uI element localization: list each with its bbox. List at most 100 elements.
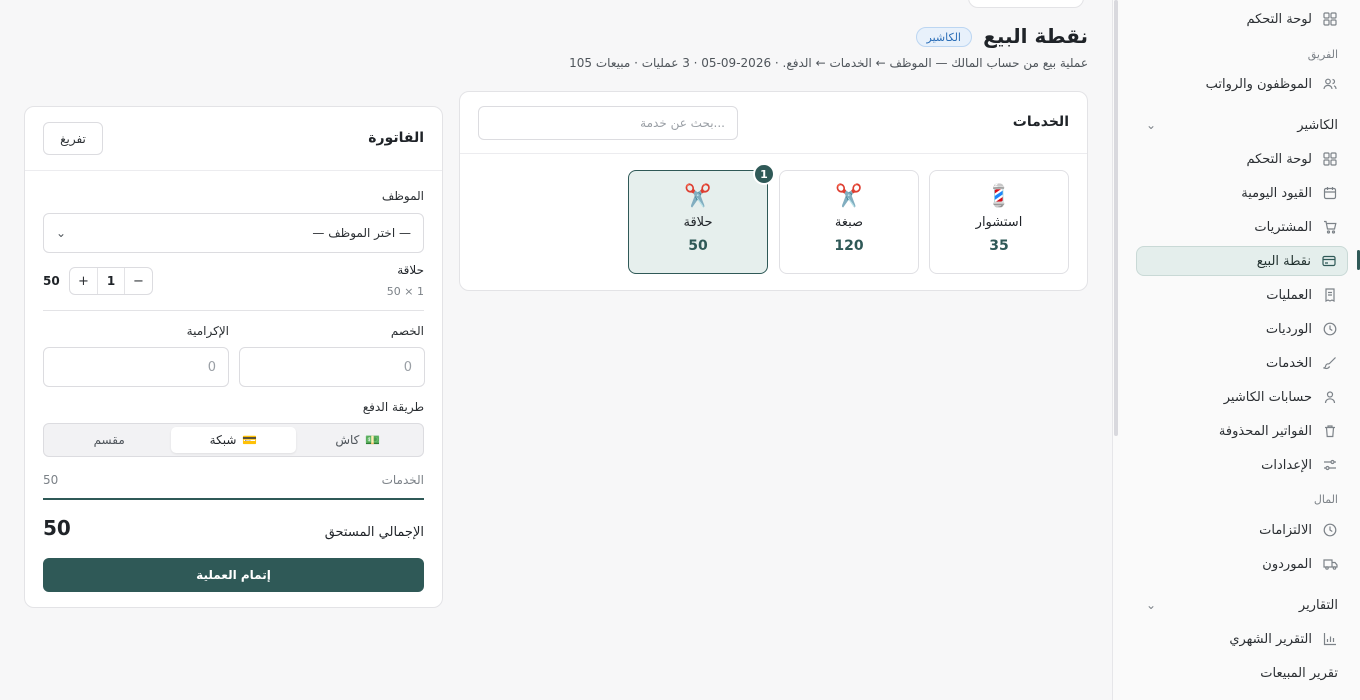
service-price: 120 [834, 238, 864, 254]
services-panel: الخدمات 💈 استشوار 35 ✂️ صبغة 120 1 ✂️ حل… [459, 91, 1088, 291]
chart-icon [1322, 631, 1338, 647]
payment-option-cash[interactable]: كاش 💵 [296, 427, 420, 453]
invoice-title: الفاتورة [368, 130, 424, 146]
truck-icon [1322, 556, 1338, 572]
services-subtotal-label: الخدمات [381, 473, 424, 487]
page-title: نقطة البيع [983, 24, 1088, 48]
service-search-input[interactable] [478, 106, 738, 140]
payment-method-label: طريقة الدفع [362, 400, 424, 414]
service-name: حلاقة [683, 215, 713, 230]
quantity-value: 1 [97, 268, 125, 294]
receipt-icon [1322, 287, 1338, 303]
quantity-stepper: + 1 − [69, 267, 153, 295]
discount-label: الخصم [390, 324, 424, 338]
sidebar-item-label: التقرير الشهري [1229, 631, 1312, 647]
payment-option-split[interactable]: مقسم [47, 427, 171, 453]
service-card-blowdry[interactable]: 💈 استشوار 35 [929, 170, 1069, 274]
sidebar-item-dashboard[interactable]: لوحة التحكم [1136, 4, 1348, 34]
sidebar-item-label: المشتريات [1254, 219, 1312, 235]
sidebar-item-suppliers[interactable]: الموردون [1136, 549, 1348, 579]
sidebar-item-label: لوحة التحكم [1246, 151, 1312, 167]
dashboard-icon [1322, 151, 1338, 167]
sidebar-item-cashier-accounts[interactable]: حسابات الكاشير [1136, 382, 1348, 412]
sidebar-item-point-of-sale[interactable]: نقطة البيع [1136, 246, 1348, 276]
user-icon [1322, 389, 1338, 405]
services-title: الخدمات [1012, 114, 1069, 130]
service-card-dye[interactable]: ✂️ صبغة 120 [779, 170, 919, 274]
service-card-haircut[interactable]: 1 ✂️ حلاقة 50 [628, 163, 775, 274]
sidebar-item-purchases[interactable]: المشتريات [1136, 212, 1348, 242]
payment-option-card[interactable]: شبكة 💳 [171, 427, 296, 453]
sidebar-item-operations[interactable]: العمليات [1136, 280, 1348, 310]
invoice-header: الفاتورة تفريغ [25, 107, 442, 171]
chevron-down-icon: ⌄ [1146, 598, 1157, 612]
cart-icon [1322, 219, 1338, 235]
sidebar-item-label: الخدمات [1266, 355, 1312, 371]
sidebar-item-label: تقرير المبيعات [1260, 665, 1338, 681]
divider [43, 310, 424, 311]
top-search-pill[interactable] [968, 0, 1084, 8]
discount-input[interactable]: 0 [239, 347, 425, 387]
clock-icon [1322, 522, 1338, 538]
sidebar-scrollbar[interactable] [1114, 0, 1118, 436]
page-subtitle: عملية بيع من حساب المالك — الموظف ← الخد… [569, 56, 1088, 70]
sidebar-item-label: الموظفون والرواتب [1205, 76, 1312, 92]
sidebar-item-cashier-dashboard[interactable]: لوحة التحكم [1136, 144, 1348, 174]
sidebar-item-daily-entries[interactable]: القيود اليومية [1136, 178, 1348, 208]
tip-label: الإكرامية [186, 324, 229, 338]
sidebar-item-services[interactable]: الخدمات [1136, 348, 1348, 378]
scissors-icon: ✂️ [835, 184, 863, 209]
sidebar-item-label: نقطة البيع [1256, 253, 1311, 269]
sidebar-item-commitments[interactable]: الالتزامات [1136, 515, 1348, 545]
sidebar-group-cashier[interactable]: ⌄ الكاشير [1136, 110, 1348, 140]
sidebar-item-settings[interactable]: الإعدادات [1136, 450, 1348, 480]
employee-label: الموظف [381, 189, 424, 203]
chevron-down-icon: ⌄ [56, 226, 67, 240]
sidebar-item-employees-payroll[interactable]: الموظفون والرواتب [1136, 69, 1348, 99]
sidebar-item-shifts[interactable]: الورديات [1136, 314, 1348, 344]
role-badge: الكاشير [915, 27, 972, 47]
total-due-value: 50 [43, 516, 71, 540]
service-count-badge: 1 [753, 163, 775, 185]
total-due-label: الإجمالي المستحق [324, 525, 424, 540]
sidebar-item-label: الإعدادات [1261, 457, 1312, 473]
increment-button[interactable]: + [70, 268, 97, 294]
clear-button[interactable]: تفريغ [43, 122, 103, 155]
decrement-button[interactable]: − [125, 268, 152, 294]
services-subtotal-value: 50 [43, 473, 59, 487]
sidebar-item-label: حسابات الكاشير [1223, 389, 1312, 405]
sliders-icon [1322, 457, 1338, 473]
sidebar-section-team: الفريق [1307, 48, 1338, 61]
sidebar-item-label: الفواتير المحذوفة [1218, 423, 1312, 439]
sidebar-item-label: الورديات [1265, 321, 1312, 337]
services-header: الخدمات [460, 92, 1087, 154]
payment-method-toggle: مقسم شبكة 💳 كاش 💵 [43, 423, 424, 457]
card-icon [1321, 253, 1337, 269]
sidebar-item-label: الموردون [1262, 556, 1312, 572]
sidebar: لوحة التحكم الفريق الموظفون والرواتب ⌄ ا… [1112, 0, 1360, 700]
invoice-line-sub: 50 × 1 [386, 285, 424, 298]
cash-icon: 💵 [365, 433, 381, 447]
invoice-line-name: حلاقة [397, 263, 424, 277]
complete-transaction-button[interactable]: إتمام العملية [43, 558, 424, 592]
sidebar-item-sales-report[interactable]: تقرير المبيعات [1136, 658, 1348, 688]
employee-select[interactable]: ⌄ — اختر الموظف — [43, 213, 424, 253]
sidebar-item-deleted-invoices[interactable]: الفواتير المحذوفة [1136, 416, 1348, 446]
clock-icon [1322, 321, 1338, 337]
sidebar-item-monthly-report[interactable]: التقرير الشهري [1136, 624, 1348, 654]
brush-icon [1322, 355, 1338, 371]
sidebar-group-reports[interactable]: ⌄ التقارير [1136, 590, 1348, 620]
dashboard-icon [1322, 11, 1338, 27]
sidebar-item-label: الالتزامات [1259, 522, 1312, 538]
invoice-line-total: 50 [43, 274, 60, 288]
service-price: 35 [989, 238, 1009, 254]
users-icon [1322, 76, 1338, 92]
sidebar-item-label: لوحة التحكم [1246, 11, 1312, 27]
employee-select-value: — اختر الموظف — [312, 226, 411, 240]
payment-option-label: كاش [335, 433, 360, 447]
sidebar-group-label: التقارير [1298, 597, 1338, 613]
tip-input[interactable]: 0 [43, 347, 229, 387]
calendar-icon [1322, 185, 1338, 201]
barber-pole-icon: 💈 [985, 184, 1013, 209]
total-divider [43, 498, 424, 500]
